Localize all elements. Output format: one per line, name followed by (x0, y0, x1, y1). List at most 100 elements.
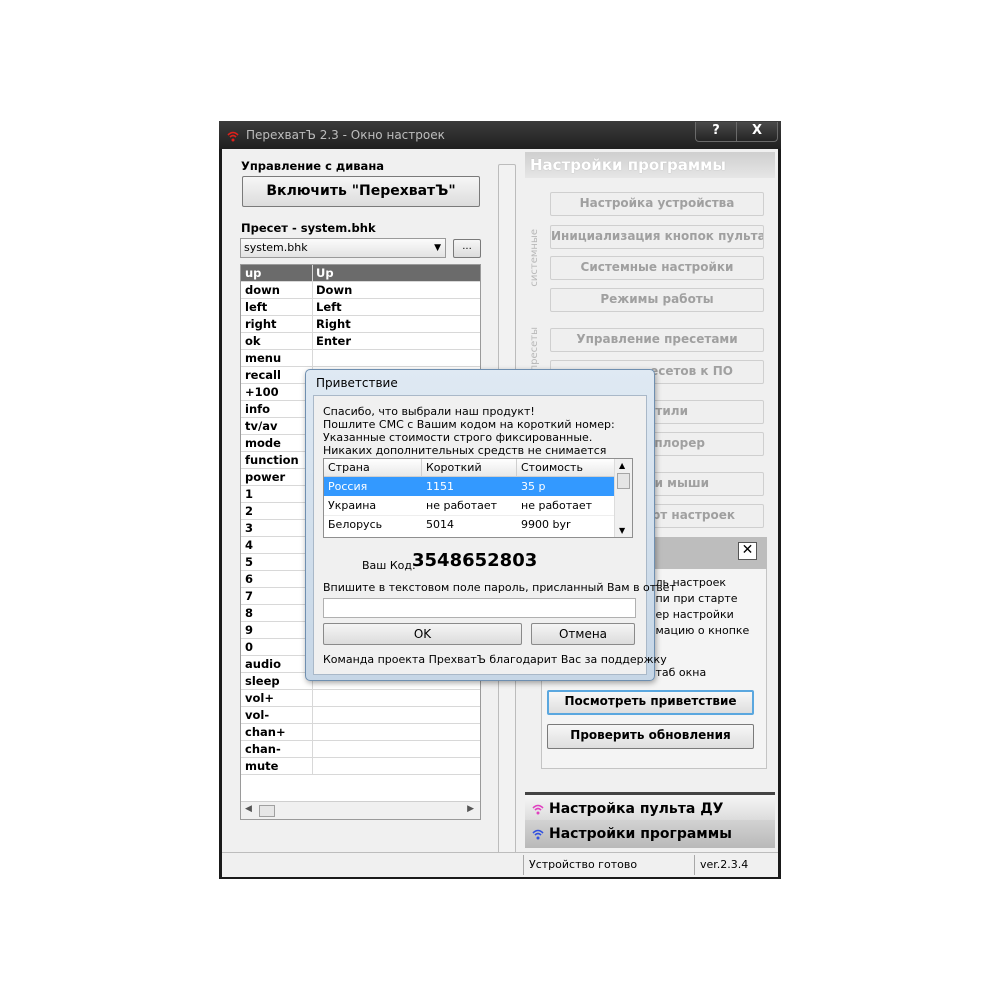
scroll-thumb[interactable] (259, 805, 275, 817)
code-label: Ваш Код: (362, 559, 416, 572)
manage-presets-button[interactable]: Управление пресетами (550, 328, 764, 352)
vertical-scrollbar[interactable]: ▲ ▼ (614, 459, 632, 537)
preset-browse-button[interactable]: ... (453, 239, 481, 258)
key-name: chan+ (245, 725, 286, 739)
dialog-body: Спасибо, что выбрали наш продукт! Пошлит… (313, 395, 676, 675)
welcome-dialog: Приветствие Спасибо, что выбрали наш про… (305, 369, 676, 681)
key-name: +100 (245, 385, 279, 399)
key-name: 2 (245, 504, 254, 518)
table-row[interactable]: vol- (241, 707, 480, 724)
program-settings-header: Настройки программы (525, 152, 775, 178)
scroll-up-icon[interactable]: ▲ (619, 461, 625, 470)
option-item-4[interactable]: ...мацию о кнопке (645, 624, 749, 637)
nav-program-settings[interactable]: Настройки программы (525, 820, 775, 848)
key-name: down (245, 283, 280, 297)
column-divider (312, 282, 313, 299)
nav-remote-settings[interactable]: Настройка пульта ДУ (525, 792, 775, 820)
device-settings-button[interactable]: Настройка устройства (550, 192, 764, 216)
key-name: power (245, 470, 286, 484)
dialog-text-line: Пошлите СМС с Вашим кодом на короткий но… (323, 418, 615, 431)
column-divider (312, 741, 313, 758)
table-row[interactable]: up Up (241, 265, 480, 282)
window-title: ПерехватЪ 2.3 - Окно настроек (246, 128, 445, 142)
option-item-3[interactable]: ...ер настройки (645, 608, 734, 621)
table-row[interactable]: right Right (241, 316, 480, 333)
system-settings-button[interactable]: Системные настройки (550, 256, 764, 280)
key-action: Down (316, 283, 353, 297)
table-row[interactable]: chan- (241, 741, 480, 758)
cell-price: 9900 byr (521, 518, 571, 531)
key-name: right (245, 317, 277, 331)
key-name: sleep (245, 674, 280, 688)
table-row[interactable]: Белорусь 5014 9900 byr (324, 515, 614, 534)
column-divider (312, 350, 313, 367)
title-bar[interactable]: ПерехватЪ 2.3 - Окно настроек ? X (219, 121, 781, 149)
key-name: 3 (245, 521, 254, 535)
key-name: tv/av (245, 419, 278, 433)
table-row[interactable]: ok Enter (241, 333, 480, 350)
key-name: menu (245, 351, 282, 365)
column-divider (312, 316, 313, 333)
table-row[interactable]: Украина не работает не работает (324, 496, 614, 516)
cell-short-number: не работает (426, 499, 498, 512)
sms-numbers-table[interactable]: Страна Короткий номер Стоимость Россия 1… (323, 458, 633, 538)
table-row[interactable]: chan+ (241, 724, 480, 741)
table-row[interactable]: left Left (241, 299, 480, 316)
key-name: up (245, 266, 262, 280)
table-row[interactable]: menu (241, 350, 480, 367)
cell-price: не работает (521, 499, 593, 512)
column-divider (312, 333, 313, 350)
status-divider (694, 855, 695, 875)
column-header-country[interactable]: Страна (324, 459, 422, 477)
key-action: Enter (316, 334, 352, 348)
key-action: Left (316, 300, 342, 314)
key-name: left (245, 300, 268, 314)
enable-perekhvat-button[interactable]: Включить "ПерехватЪ" (242, 176, 480, 207)
close-button[interactable]: X (736, 122, 778, 142)
column-divider (312, 299, 313, 316)
password-input[interactable] (323, 598, 636, 618)
key-name: vol- (245, 708, 270, 722)
preset-select[interactable]: system.bhk ▼ (240, 238, 446, 258)
key-name: mode (245, 436, 281, 450)
scroll-thumb[interactable] (617, 473, 630, 489)
cancel-button[interactable]: Отмена (531, 623, 635, 645)
table-row[interactable]: vol+ (241, 690, 480, 707)
preset-label: Пресет - system.bhk (241, 221, 376, 235)
couch-control-label: Управление с дивана (241, 159, 385, 173)
ok-button[interactable]: OK (323, 623, 522, 645)
column-header-price[interactable]: Стоимость (517, 459, 615, 477)
work-modes-button[interactable]: Режимы работы (550, 288, 764, 312)
help-button[interactable]: ? (695, 122, 737, 142)
wifi-signal-icon (532, 829, 544, 840)
table-row[interactable]: down Down (241, 282, 480, 299)
scroll-down-icon[interactable]: ▼ (619, 526, 625, 535)
check-updates-button[interactable]: Проверить обновления (547, 724, 754, 749)
key-name: 7 (245, 589, 254, 603)
dialog-text-line: Никаких дополнительных средств не снимае… (323, 444, 607, 457)
cell-country: Украина (328, 499, 377, 512)
horizontal-scrollbar[interactable]: ◀ ▶ (241, 801, 480, 819)
key-name: 9 (245, 623, 254, 637)
column-divider (312, 724, 313, 741)
cell-country: Белорусь (328, 518, 383, 531)
key-name: 4 (245, 538, 254, 552)
scroll-left-icon[interactable]: ◀ (245, 804, 252, 814)
column-divider (312, 758, 313, 775)
column-divider (312, 690, 313, 707)
key-action: Up (316, 266, 334, 280)
table-row[interactable]: mute (241, 758, 480, 775)
scroll-right-icon[interactable]: ▶ (467, 804, 474, 814)
key-name: audio (245, 657, 282, 671)
password-prompt: Впишите в текстовом поле пароль, прислан… (323, 581, 676, 594)
column-header-short-number[interactable]: Короткий номер (422, 459, 517, 491)
preset-select-value: system.bhk (244, 241, 308, 254)
column-divider (312, 265, 313, 282)
nav-program-label: Настройки программы (549, 826, 732, 842)
key-action: Right (316, 317, 351, 331)
close-icon[interactable]: ✕ (738, 542, 757, 560)
table-row[interactable]: Россия 1151 35 р (324, 477, 614, 496)
key-name: info (245, 402, 271, 416)
view-welcome-button[interactable]: Посмотреть приветствие (547, 690, 754, 715)
remote-init-button[interactable]: Инициализация кнопок пульта ДУ (550, 225, 764, 249)
